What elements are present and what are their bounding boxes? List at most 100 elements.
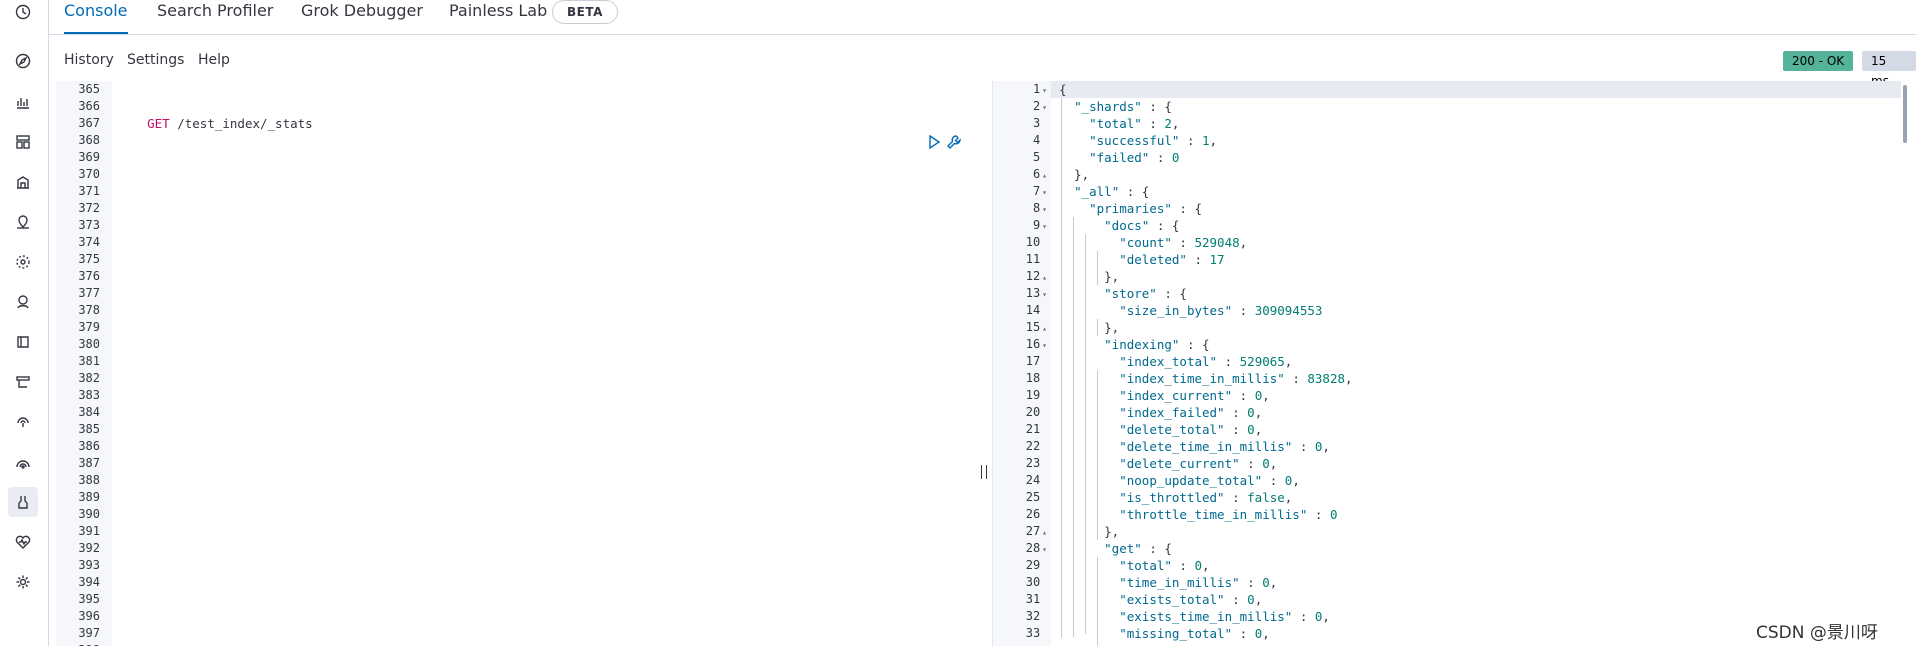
response-line: "failed" : 0 — [1089, 150, 1180, 165]
fold-toggle-icon[interactable]: ▾ — [1042, 188, 1047, 197]
fold-toggle-icon[interactable]: ▾ — [1042, 205, 1047, 214]
history-link[interactable]: History — [64, 52, 114, 68]
line-number: 32▾ — [1025, 609, 1041, 623]
line-number: 382 — [78, 371, 100, 385]
line-number: 22▾ — [1025, 439, 1041, 453]
canvas-icon[interactable] — [14, 173, 32, 191]
line-number: 387 — [78, 456, 100, 470]
line-number: 3▾ — [1032, 116, 1041, 130]
dev-tools-icon[interactable] — [8, 487, 38, 517]
dashboard-icon[interactable] — [14, 133, 32, 151]
request-path: /test_index/_stats — [169, 116, 313, 131]
line-number: 8 ▾ — [1032, 201, 1047, 215]
fold-toggle-icon[interactable]: ▴ — [1042, 171, 1047, 180]
line-number: 377 — [78, 286, 100, 300]
line-number: 30▾ — [1025, 575, 1041, 589]
fold-toggle-icon[interactable]: ▾ — [1042, 341, 1047, 350]
line-number: 1 ▾ — [1032, 82, 1047, 96]
response-viewer[interactable]: 1▾ 2▾ 3▾ 4▾ 5▾ 6▴ 7▾ 8▾ 9▾ 10▾ 11▾ 12▴ 13▾ 14▾ 15▴ 16▾ 1… — [992, 81, 1916, 646]
response-line: "primaries" : { — [1089, 201, 1203, 216]
status-badge: 200 - OK — [1783, 51, 1854, 71]
line-number: 396 — [78, 609, 100, 623]
response-line: "delete_current" : 0, — [1119, 456, 1278, 471]
line-number: 9 ▾ — [1032, 218, 1047, 232]
graph-icon[interactable] — [14, 293, 32, 311]
response-line: "_all" : { — [1074, 184, 1150, 199]
line-number: 392 — [78, 541, 100, 555]
tab-search-profiler[interactable]: Search Profiler — [157, 0, 273, 33]
response-line: "noop_update_total" : 0, — [1119, 473, 1300, 488]
request-editor[interactable]: 365 366 367 368 369 370 371 372 373 374 375 376 377 3… — [56, 81, 988, 646]
request-method: GET — [147, 116, 170, 131]
response-line: "deleted" : 17 — [1119, 252, 1225, 267]
fold-toggle-icon[interactable]: ▾ — [1042, 290, 1047, 299]
line-number: 390 — [78, 507, 100, 521]
fold-toggle-icon[interactable]: ▴ — [1042, 324, 1047, 333]
line-number: 2 ▾ — [1032, 99, 1047, 113]
line-number: 374 — [78, 235, 100, 249]
fold-toggle-icon[interactable]: ▾ — [1042, 103, 1047, 112]
line-number: 16 ▾ — [1025, 337, 1047, 351]
line-number: 23▾ — [1025, 456, 1041, 470]
line-number: 19▾ — [1025, 388, 1041, 402]
help-link[interactable]: Help — [198, 52, 230, 68]
send-request-icon[interactable] — [926, 134, 942, 150]
tab-bar: Console Search Profiler Grok Debugger Pa… — [49, 0, 1916, 35]
response-line: "docs" : { — [1104, 218, 1180, 233]
wrench-icon[interactable] — [946, 134, 962, 150]
visualize-icon[interactable] — [14, 93, 32, 111]
line-number: 383 — [78, 388, 100, 402]
response-line: "index_current" : 0, — [1119, 388, 1270, 403]
response-line: "store" : { — [1104, 286, 1187, 301]
line-number: 21▾ — [1025, 422, 1041, 436]
line-number: 14▾ — [1025, 303, 1041, 317]
response-line: "is_throttled" : false, — [1119, 490, 1293, 505]
management-icon[interactable] — [14, 573, 32, 591]
fold-toggle-icon[interactable]: ▴ — [1042, 528, 1047, 537]
clock-icon[interactable] — [14, 3, 32, 21]
response-line: "time_in_millis" : 0, — [1119, 575, 1278, 590]
ml-icon[interactable] — [14, 253, 32, 271]
fold-toggle-icon[interactable]: ▾ — [1042, 86, 1047, 95]
maps-icon[interactable] — [14, 213, 32, 231]
line-number: 368 — [78, 133, 100, 147]
infra-icon[interactable] — [14, 373, 32, 391]
line-number: 395 — [78, 592, 100, 606]
uptime-icon[interactable] — [14, 453, 32, 471]
apm-icon[interactable] — [14, 413, 32, 431]
watermark: CSDN @景川呀 — [1756, 623, 1878, 643]
line-number: 366 — [78, 99, 100, 113]
line-number: 27 ▴ — [1025, 524, 1047, 538]
compass-icon[interactable] — [14, 52, 32, 70]
line-number: 29▾ — [1025, 558, 1041, 572]
indent-guide — [1097, 370, 1098, 540]
tab-console[interactable]: Console — [64, 0, 128, 34]
line-number: 12 ▴ — [1025, 269, 1047, 283]
response-line: }, — [1059, 320, 1120, 335]
settings-link[interactable]: Settings — [127, 52, 184, 68]
response-line: { — [1059, 82, 1067, 97]
tab-grok-debugger[interactable]: Grok Debugger — [301, 0, 423, 33]
line-number: 381 — [78, 354, 100, 368]
fold-toggle-icon[interactable]: ▴ — [1042, 273, 1047, 282]
logs-icon[interactable] — [14, 333, 32, 351]
pane-resizer[interactable] — [981, 465, 987, 479]
indent-guide — [1061, 98, 1062, 638]
fold-toggle-icon[interactable]: ▾ — [1042, 222, 1047, 231]
fold-toggle-icon[interactable]: ▾ — [1042, 545, 1047, 554]
request-line[interactable]: GET /test_index/_stats — [117, 98, 313, 149]
response-line: "indexing" : { — [1104, 337, 1210, 352]
response-gutter: 1▾ 2▾ 3▾ 4▾ 5▾ 6▴ 7▾ 8▾ 9▾ 10▾ 11▾ 12▴ 13▾ 14▾ 15▴ 16▾ 1… — [993, 81, 1051, 646]
monitoring-icon[interactable] — [14, 533, 32, 551]
line-number: 26▾ — [1025, 507, 1041, 521]
tab-painless-lab[interactable]: Painless Lab — [449, 0, 547, 33]
response-line: "count" : 529048, — [1119, 235, 1248, 250]
line-number: 25▾ — [1025, 490, 1041, 504]
line-number: 398 — [78, 642, 100, 646]
indent-guide — [1085, 234, 1086, 634]
response-scrollbar[interactable] — [1903, 85, 1907, 143]
response-line: "exists_total" : 0, — [1119, 592, 1263, 607]
line-number: 5▾ — [1032, 150, 1041, 164]
line-number: 20▾ — [1025, 405, 1041, 419]
line-number: 384 — [78, 405, 100, 419]
